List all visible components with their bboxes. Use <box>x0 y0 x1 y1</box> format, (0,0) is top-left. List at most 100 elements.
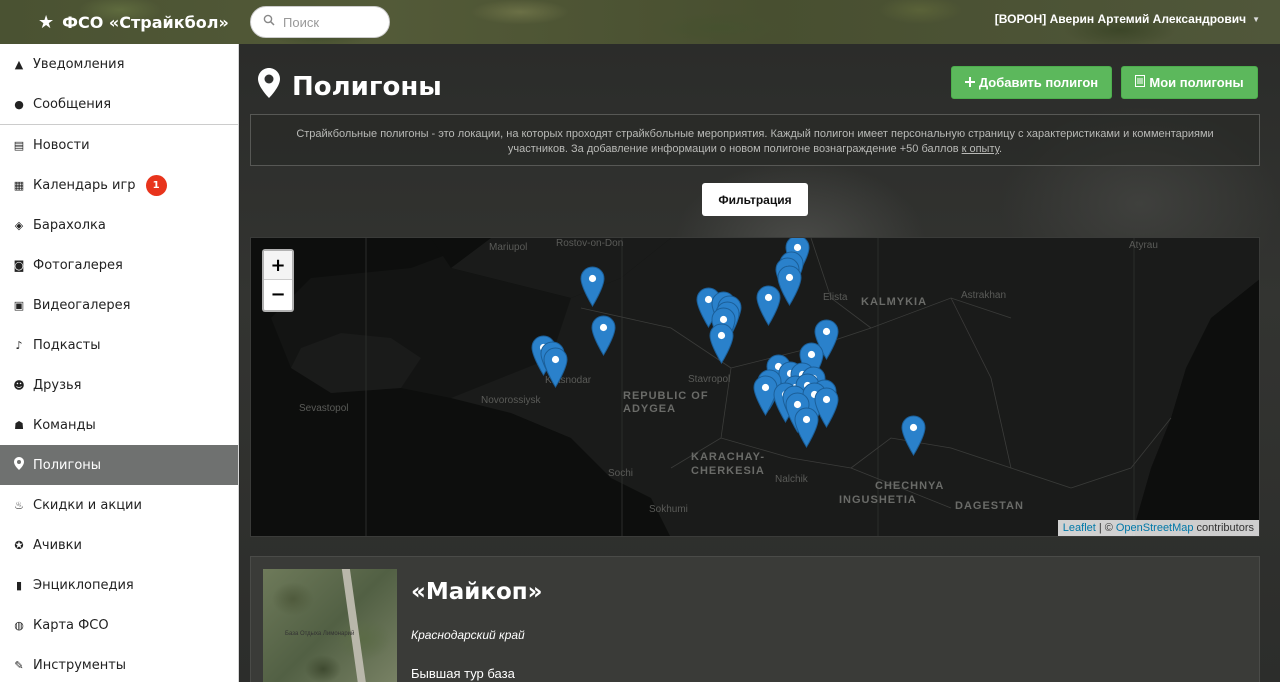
page-title: Полигоны <box>258 68 442 105</box>
map-label-mariupol: Mariupol <box>489 242 528 253</box>
users-icon: ☻ <box>13 378 25 392</box>
map-marker-icon[interactable] <box>580 266 605 307</box>
map-marker-icon[interactable] <box>709 323 734 364</box>
sidebar-item-fso-map[interactable]: ◍ Карта ФСО <box>0 605 238 645</box>
map-label-nalchik: Nalchik <box>775 474 808 485</box>
map-marker-icon[interactable] <box>901 415 926 456</box>
globe-icon: ◍ <box>14 618 24 632</box>
polygon-title[interactable]: «Майкоп» <box>411 579 543 605</box>
search-box[interactable] <box>250 6 390 38</box>
warning-icon: ▲ <box>14 57 24 71</box>
map-label-atyrau: Atyrau <box>1129 240 1158 251</box>
sidebar-item-calendar[interactable]: ▦ Календарь игр 1 <box>0 165 238 205</box>
sidebar-item-market[interactable]: ◈ Барахолка <box>0 205 238 245</box>
plus-icon <box>964 75 975 90</box>
sidebar-item-label: Ачивки <box>33 537 82 553</box>
polygon-region: Краснодарский край <box>411 628 525 642</box>
sidebar-item-achievements[interactable]: ✪ Ачивки <box>0 525 238 565</box>
thumbnail-road <box>340 569 370 682</box>
chevron-down-icon: ▼ <box>1252 14 1260 24</box>
thumbnail-caption: База Отдыха Лимонарий <box>285 631 355 637</box>
sidebar-item-label: Команды <box>33 417 96 433</box>
brand-title: ФСО «Страйкбол» <box>62 13 229 32</box>
info-panel: Страйкбольные полигоны - это локации, на… <box>250 114 1260 166</box>
brand-logo[interactable]: ★ ФСО «Страйкбол» <box>38 12 229 33</box>
sidebar-item-label: Карта ФСО <box>33 617 109 633</box>
sidebar-item-encyclopedia[interactable]: ▮ Энциклопедия <box>0 565 238 605</box>
top-header: ★ ФСО «Страйкбол» [ВОРОН] Аверин Артемий… <box>0 0 1280 44</box>
map-label-sochi: Sochi <box>608 468 634 479</box>
map-label-stavropol: Stavropol <box>688 374 731 385</box>
sidebar-item-photos[interactable]: ◙ Фотогалерея <box>0 245 238 285</box>
sidebar-item-videos[interactable]: ▣ Видеогалерея <box>0 285 238 325</box>
newspaper-icon: ▤ <box>13 138 25 152</box>
map-marker-icon[interactable] <box>543 347 568 388</box>
map-marker-icon <box>13 457 25 473</box>
sidebar-item-label: Новости <box>33 137 90 153</box>
sidebar-item-polygons[interactable]: Полигоны <box>0 445 238 485</box>
polygon-card[interactable]: База Отдыха Лимонарий «Майкоп» Краснодар… <box>250 556 1260 682</box>
chat-bubble-icon: ● <box>14 97 24 111</box>
map-label-chechnya: CHECHNYA <box>875 480 945 492</box>
map-marker-icon[interactable] <box>777 265 802 306</box>
sidebar-item-messages[interactable]: ● Сообщения <box>0 84 238 124</box>
sidebar-item-label: Календарь игр <box>33 177 136 193</box>
sidebar-item-label: Скидки и акции <box>33 497 142 513</box>
polygons-map[interactable]: Mariupol Rostov-on-Don Elista KALMYKIA A… <box>250 237 1260 537</box>
list-icon <box>1135 75 1146 90</box>
page-title-text: Полигоны <box>292 71 442 102</box>
filter-button-label: Фильтрация <box>718 192 792 207</box>
map-label-elista: Elista <box>823 292 848 303</box>
star-circle-icon: ✪ <box>14 538 24 552</box>
wrench-icon: ✎ <box>14 658 24 672</box>
zoom-in-button[interactable]: + <box>264 251 292 280</box>
add-polygon-label: Добавить полигон <box>978 75 1099 90</box>
notification-badge: 1 <box>145 174 167 196</box>
sidebar-item-podcasts[interactable]: ♪ Подкасты <box>0 325 238 365</box>
book-icon: ▮ <box>15 578 23 592</box>
polygon-description: Бывшая тур база <box>411 666 515 681</box>
map-attribution: Leaflet | © OpenStreetMap contributors <box>1057 520 1259 536</box>
tag-icon: ◈ <box>14 218 24 232</box>
sidebar-item-discounts[interactable]: ♨ Скидки и акции <box>0 485 238 525</box>
osm-link[interactable]: OpenStreetMap <box>1116 522 1194 534</box>
my-polygons-button[interactable]: Мои полигоны <box>1121 66 1258 99</box>
map-label-kalmykia: KALMYKIA <box>861 296 928 308</box>
add-polygon-button[interactable]: Добавить полигон <box>951 66 1112 99</box>
zoom-control: + − <box>262 249 294 312</box>
user-menu[interactable]: [ВОРОН] Аверин Артемий Александрович ▼ <box>995 12 1260 26</box>
star-icon: ★ <box>38 12 55 33</box>
sidebar-item-teams[interactable]: ☗ Команды <box>0 405 238 445</box>
sidebar-item-label: Барахолка <box>33 217 106 233</box>
map-label-dagestan: DAGESTAN <box>955 500 1024 512</box>
sidebar-item-label: Фотогалерея <box>33 257 123 273</box>
calendar-icon: ▦ <box>13 178 25 192</box>
experience-link[interactable]: к опыту <box>962 143 999 155</box>
sidebar-item-news[interactable]: ▤ Новости <box>0 125 238 165</box>
team-icon: ☗ <box>14 418 24 432</box>
sidebar-item-notifications[interactable]: ▲ Уведомления <box>0 44 238 84</box>
sidebar-item-label: Видеогалерея <box>33 297 131 313</box>
sidebar-item-label: Энциклопедия <box>33 577 134 593</box>
sidebar-item-label: Инструменты <box>33 657 127 673</box>
map-label-adygea: REPUBLIC OF ADYGEA <box>623 390 709 415</box>
map-marker-icon[interactable] <box>591 315 616 356</box>
sidebar-item-tools[interactable]: ✎ Инструменты <box>0 645 238 682</box>
microphone-icon: ♪ <box>15 338 23 352</box>
map-marker-icon <box>258 68 280 105</box>
search-icon <box>263 13 275 31</box>
sidebar-item-label: Полигоны <box>33 457 102 473</box>
sidebar-item-label: Сообщения <box>33 96 112 112</box>
map-label-sokhumi: Sokhumi <box>649 504 688 515</box>
leaflet-link[interactable]: Leaflet <box>1063 522 1096 534</box>
map-marker-icon[interactable] <box>794 407 819 448</box>
sidebar-item-label: Подкасты <box>33 337 101 353</box>
sidebar-item-friends[interactable]: ☻ Друзья <box>0 365 238 405</box>
zoom-out-button[interactable]: − <box>264 280 292 309</box>
fire-icon: ♨ <box>14 498 24 512</box>
filter-button[interactable]: Фильтрация <box>702 183 808 216</box>
polygon-thumbnail[interactable]: База Отдыха Лимонарий <box>263 569 397 682</box>
sidebar-item-label: Уведомления <box>33 56 125 72</box>
search-input[interactable] <box>283 14 373 30</box>
attribution-tail: contributors <box>1196 522 1254 534</box>
